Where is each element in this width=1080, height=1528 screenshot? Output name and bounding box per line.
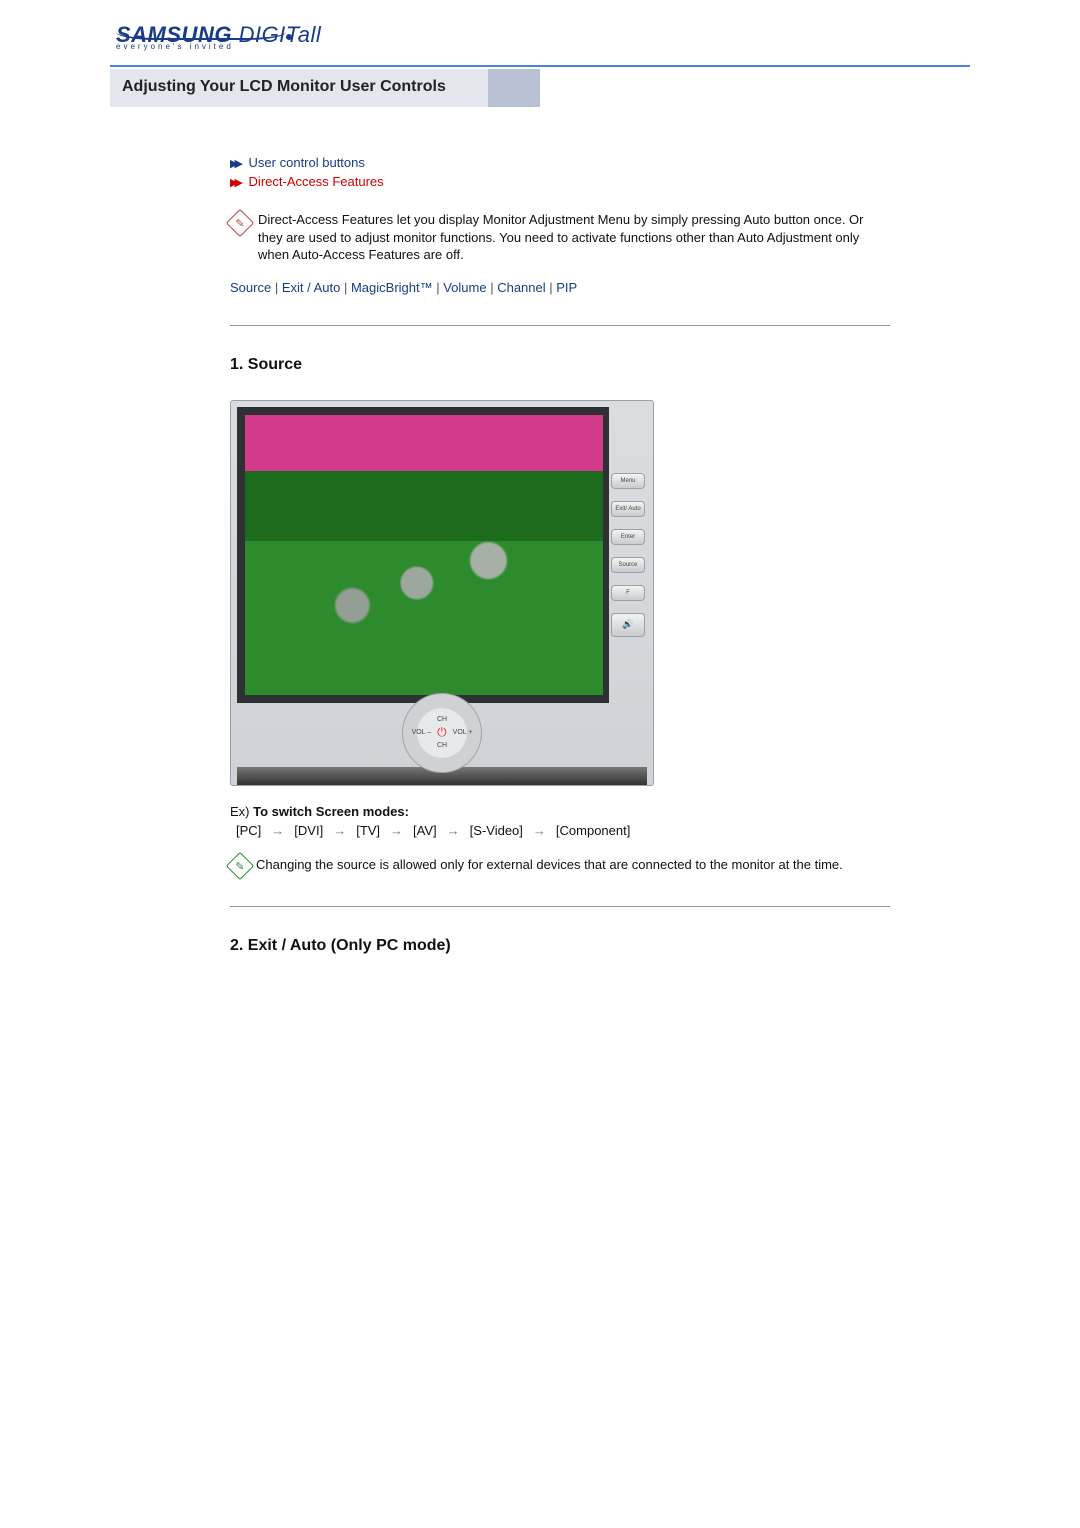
subnav-label: User control buttons (249, 155, 365, 170)
seq-item: [PC] (236, 823, 261, 838)
monitor-btn-f: F (611, 585, 645, 601)
arrow-icon: → (533, 823, 546, 838)
subnav-label: Direct-Access Features (249, 174, 384, 189)
header-rule (110, 65, 970, 67)
divider (230, 906, 890, 907)
mode-sequence: [PC] → [DVI] → [TV] → [AV] → [S-Video] → [Com… (236, 823, 890, 838)
seq-item: [Component] (556, 823, 630, 838)
arrow-icon: → (271, 823, 284, 838)
seq-item: [S-Video] (470, 823, 523, 838)
jump-link-source[interactable]: Source (230, 280, 271, 295)
monitor-btn-enter: Enter (611, 529, 645, 545)
intro-text: Direct-Access Features let you display M… (258, 211, 890, 264)
divider (230, 325, 890, 326)
seq-item: [TV] (356, 823, 380, 838)
monitor-illustration: Menu Exit/ Auto Enter Source F 🔊 CH VOL … (230, 400, 890, 786)
example-prefix: Ex) (230, 804, 253, 819)
arrow-icon: → (447, 823, 460, 838)
ring-ch-down: CH (437, 742, 447, 749)
jump-link-pip[interactable]: PIP (556, 280, 577, 295)
section-heading-source: 1. Source (230, 356, 890, 374)
monitor-speaker-icon: 🔊 (611, 613, 645, 637)
example-label: To switch Screen modes: (253, 804, 409, 819)
monitor-btn-exit: Exit/ Auto (611, 501, 645, 517)
subnav-user-controls[interactable]: ▶▶ User control buttons (230, 155, 890, 170)
arrow-icon: → (333, 823, 346, 838)
seq-item: [DVI] (294, 823, 323, 838)
source-note: Changing the source is allowed only for … (256, 856, 843, 874)
page-title: Adjusting Your LCD Monitor User Controls (122, 78, 970, 96)
double-arrow-icon: ▶▶ (230, 158, 239, 170)
jump-link-bar: Source | Exit / Auto | MagicBright™ | Vo… (230, 280, 890, 295)
tip-diamond-icon (226, 851, 254, 879)
brand-swoosh-icon (116, 32, 286, 40)
arrow-icon: → (390, 823, 403, 838)
subnav-direct-access[interactable]: ▶▶ Direct-Access Features (230, 174, 890, 189)
brand-tagline: everyone's invited (116, 42, 234, 51)
section-heading-exit-auto: 2. Exit / Auto (Only PC mode) (230, 937, 890, 955)
seq-item: [AV] (413, 823, 437, 838)
monitor-control-ring: CH VOL – ⏻ VOL + CH (402, 693, 482, 773)
jump-link-magicbright[interactable]: MagicBright™ (351, 280, 433, 295)
jump-link-volume[interactable]: Volume (443, 280, 486, 295)
brand-logo: SAMSUNG DIGITall everyone's invited (116, 24, 970, 51)
power-icon: ⏻ (437, 725, 447, 740)
monitor-btn-source: Source (611, 557, 645, 573)
example-line: Ex) To switch Screen modes: (230, 804, 890, 819)
ring-vol-up: VOL + (453, 729, 473, 736)
monitor-btn-menu: Menu (611, 473, 645, 489)
jump-link-exit-auto[interactable]: Exit / Auto (282, 280, 341, 295)
monitor-screen (237, 407, 609, 703)
ring-ch-up: CH (437, 716, 447, 723)
note-diamond-icon (226, 209, 254, 237)
ring-vol-down: VOL – (412, 729, 432, 736)
double-arrow-icon: ▶▶ (230, 177, 239, 189)
jump-link-channel[interactable]: Channel (497, 280, 545, 295)
